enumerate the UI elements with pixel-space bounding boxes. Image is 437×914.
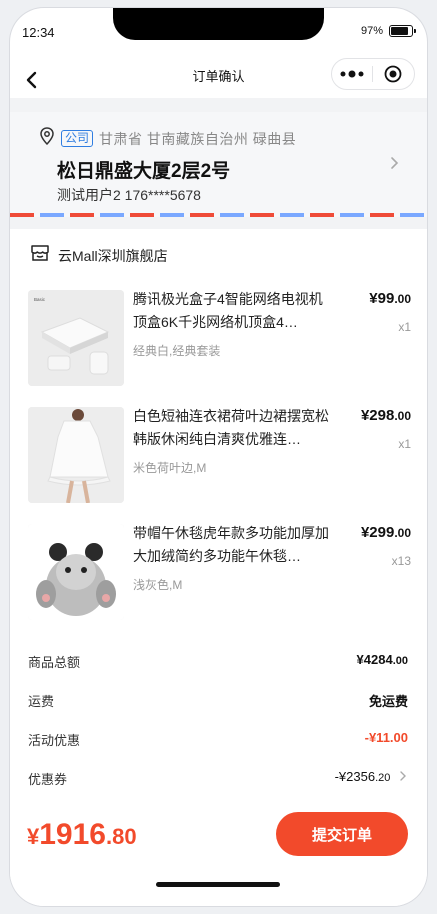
coupon-integer: -¥2356	[334, 769, 376, 784]
address-card[interactable]: 公司 甘肃省 甘南藏族自治州 碌曲县 松日鼎盛大厦2层2号 测试用户2 176*…	[10, 112, 427, 220]
price-integer: ¥99	[369, 290, 395, 307]
product-title: 腾讯极光盒子4智能网络电视机顶盒6K千兆网络机顶盒4…	[133, 291, 323, 330]
product-quantity: x1	[398, 320, 411, 334]
address-tag: 公司	[61, 130, 94, 147]
product-image	[28, 524, 124, 620]
goods-item[interactable]: 带帽午休毯虎年款多功能加厚加大加绒简约多功能午休毯… 浅灰色,M ¥299.00…	[28, 524, 413, 624]
chevron-right-icon	[400, 771, 406, 781]
navigation-bar: 订单确认	[10, 58, 427, 98]
product-price: ¥298.00	[361, 407, 411, 424]
location-pin-icon	[39, 127, 55, 150]
battery-icon	[389, 25, 416, 37]
total-decimal: .80	[106, 824, 137, 849]
target-circle-icon	[384, 65, 402, 83]
goods-item[interactable]: Basic 腾讯极光盒子4智能网络电视机顶盒6K千兆网络机顶盒4… 经典白,经典…	[28, 290, 413, 390]
status-right: 97%	[360, 25, 416, 37]
product-spec: 米色荷叶边,M	[133, 461, 207, 475]
promo-label: 活动优惠	[28, 733, 81, 748]
price-decimal: .00	[394, 292, 411, 306]
goods-total-value: ¥4284.00	[357, 652, 408, 667]
submit-order-button[interactable]: 提交订单	[276, 812, 408, 856]
price-decimal: .00	[394, 526, 411, 540]
goods-item[interactable]: 白色短袖连衣裙荷叶边裙摆宽松韩版休闲纯白清爽优雅连… 米色荷叶边,M ¥298.…	[28, 407, 413, 507]
promo-value: -¥11.00	[364, 730, 408, 745]
product-quantity: x13	[391, 554, 411, 568]
section-gap	[10, 98, 427, 112]
pay-total: ¥1916.80	[27, 818, 137, 852]
shop-name: 云Mall深圳旗舰店	[58, 247, 168, 264]
store-icon	[30, 244, 50, 267]
coupon-decimal: .20	[375, 772, 391, 784]
goods-total-row: 商品总额 ¥4284.00	[28, 652, 408, 672]
goods-total-label: 商品总额	[28, 655, 81, 670]
product-spec: 浅灰色,M	[133, 578, 183, 592]
more-dots-icon	[340, 70, 364, 78]
home-indicator	[156, 882, 280, 887]
product-title: 带帽午休毯虎年款多功能加厚加大加绒简约多功能午休毯…	[133, 525, 329, 564]
address-region: 甘肃省 甘南藏族自治州 碌曲县	[99, 130, 297, 147]
coupon-value: -¥2356.20	[335, 769, 408, 784]
product-spec: 经典白,经典套装	[133, 344, 221, 358]
price-decimal: .00	[394, 409, 411, 423]
product-price: ¥299.00	[361, 524, 411, 541]
shipping-label: 运费	[28, 694, 55, 709]
product-quantity: x1	[398, 437, 411, 451]
address-region-row: 公司 甘肃省 甘南藏族自治州 碌曲县	[39, 127, 296, 150]
currency-symbol: ¥	[27, 824, 40, 849]
address-contact: 测试用户2 176****5678	[57, 187, 201, 203]
chevron-right-icon	[391, 157, 399, 169]
shop-header[interactable]: 云Mall深圳旗舰店	[30, 244, 168, 267]
battery-percent: 97%	[360, 25, 383, 37]
close-mini-program-button[interactable]	[373, 59, 413, 89]
goods-total-integer: ¥4284	[356, 652, 393, 667]
more-button[interactable]	[332, 59, 372, 89]
promo-row: 活动优惠 -¥11.00	[28, 730, 408, 750]
product-price: ¥99.00	[369, 290, 411, 307]
product-image	[28, 407, 124, 503]
price-integer: ¥299	[360, 524, 395, 541]
price-integer: ¥298	[360, 407, 395, 424]
shipping-row: 运费 免运费	[28, 691, 408, 711]
svg-text:Basic: Basic	[34, 297, 46, 302]
total-integer: 1916	[39, 818, 106, 851]
product-title: 白色短袖连衣裙荷叶边裙摆宽松韩版休闲纯白清爽优雅连…	[133, 408, 329, 447]
checkout-bar: ¥1916.80 提交订单	[10, 804, 427, 906]
shipping-value: 免运费	[368, 694, 408, 709]
coupon-row[interactable]: 优惠券 -¥2356.20	[28, 769, 408, 789]
coupon-label: 优惠券	[28, 772, 68, 787]
address-detail: 松日鼎盛大厦2层2号	[57, 161, 231, 182]
section-gap	[10, 217, 427, 229]
mini-program-capsule	[331, 58, 415, 90]
notch	[113, 8, 324, 40]
status-time: 12:34	[22, 25, 55, 40]
product-image: Basic	[28, 290, 124, 386]
goods-total-decimal: .00	[392, 655, 408, 667]
phone-screen: 12:34 97% 订单确认 公司 甘肃省 甘南藏族自治州 碌曲县 松日鼎盛大厦…	[10, 8, 427, 906]
